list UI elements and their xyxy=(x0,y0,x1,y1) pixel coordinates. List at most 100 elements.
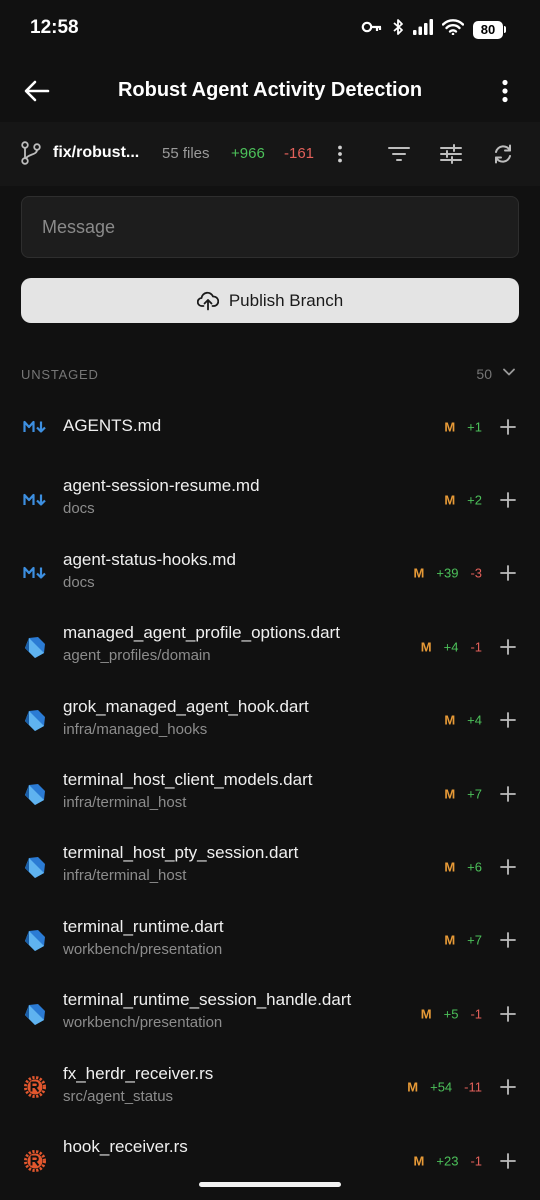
branch-bar: fix/robust... 55 files +966 -161 xyxy=(0,122,540,186)
file-status: M xyxy=(413,1153,425,1169)
unstaged-file-list: AGENTS.md M +1 agent-session-resume.md d… xyxy=(0,390,540,1197)
stage-file-button[interactable] xyxy=(498,563,518,583)
plus-icon xyxy=(500,418,516,435)
git-branch-icon xyxy=(20,141,42,170)
file-row[interactable]: terminal_host_pty_session.dart infra/ter… xyxy=(0,830,540,903)
stage-file-button[interactable] xyxy=(498,710,518,730)
total-additions: +966 xyxy=(231,145,265,162)
file-name: hook_receiver.rs xyxy=(63,1136,188,1156)
filter-button[interactable] xyxy=(385,140,413,168)
key-icon xyxy=(361,20,383,39)
stage-file-button[interactable] xyxy=(498,857,518,877)
plus-icon xyxy=(500,712,516,729)
file-path: workbench/presentation xyxy=(63,940,223,958)
plus-icon xyxy=(500,859,516,875)
dart-file-icon xyxy=(22,634,48,660)
branch-menu-button[interactable] xyxy=(330,142,350,166)
file-name: fx_herdr_receiver.rs xyxy=(63,1063,214,1083)
file-additions: +5 xyxy=(443,1006,459,1022)
file-status: M xyxy=(444,712,456,728)
stage-file-button[interactable] xyxy=(498,930,518,950)
more-vertical-icon xyxy=(502,79,508,103)
file-status: M xyxy=(444,859,456,875)
file-path: agent_profiles/domain xyxy=(63,647,211,665)
overflow-menu-button[interactable] xyxy=(488,74,522,108)
file-row[interactable]: terminal_host_client_models.dart infra/t… xyxy=(0,757,540,830)
dart-file-icon xyxy=(22,854,48,880)
file-status: M xyxy=(407,1079,419,1095)
file-deletions: -11 xyxy=(464,1079,482,1095)
dart-file-icon xyxy=(22,707,48,733)
plus-icon xyxy=(500,1152,516,1169)
file-status: M xyxy=(413,565,425,581)
stage-file-button[interactable] xyxy=(498,1151,518,1171)
file-deletions: -1 xyxy=(470,639,482,655)
file-path: docs xyxy=(63,573,95,591)
battery-icon: 80 xyxy=(473,20,506,39)
bluetooth-icon xyxy=(392,18,404,41)
stage-file-button[interactable] xyxy=(498,417,518,437)
file-row[interactable]: fx_herdr_receiver.rs src/agent_status M … xyxy=(0,1051,540,1124)
file-additions: +7 xyxy=(467,932,482,948)
file-name: terminal_runtime.dart xyxy=(63,916,224,936)
file-name: AGENTS.md xyxy=(63,416,162,435)
branch-name[interactable]: fix/robust... xyxy=(53,144,139,162)
plus-icon xyxy=(500,565,516,582)
file-additions: +39 xyxy=(436,565,459,581)
file-status: M xyxy=(444,419,456,435)
file-name: agent-status-hooks.md xyxy=(63,549,236,569)
file-additions: +4 xyxy=(467,712,482,728)
page-title: Robust Agent Activity Detection xyxy=(117,79,423,101)
wifi-icon xyxy=(441,19,465,40)
file-row[interactable]: terminal_runtime_session_handle.dart wor… xyxy=(0,977,540,1050)
file-row[interactable]: terminal_runtime.dart workbench/presenta… xyxy=(0,904,540,977)
more-vertical-icon xyxy=(338,145,342,163)
file-status: M xyxy=(444,492,456,508)
sliders-icon xyxy=(440,144,462,164)
file-deletions: -3 xyxy=(470,565,482,581)
markdown-file-icon xyxy=(22,414,48,440)
file-status: M xyxy=(444,786,456,802)
status-icons: 80 xyxy=(361,18,506,41)
app-bar: Robust Agent Activity Detection xyxy=(0,60,540,122)
status-time: 12:58 xyxy=(30,17,79,38)
refresh-button[interactable] xyxy=(489,140,517,168)
file-row[interactable]: AGENTS.md M +1 xyxy=(0,390,540,463)
file-name: agent-session-resume.md xyxy=(63,476,260,496)
file-path: infra/terminal_host xyxy=(63,793,187,811)
commit-message-input[interactable] xyxy=(21,196,519,258)
stage-file-button[interactable] xyxy=(498,784,518,804)
file-status: M xyxy=(420,639,432,655)
file-name: managed_agent_profile_options.dart xyxy=(63,623,340,643)
dart-file-icon xyxy=(22,1001,48,1027)
file-row[interactable]: grok_managed_agent_hook.dart infra/manag… xyxy=(0,684,540,757)
section-title: UNSTAGED xyxy=(21,367,99,382)
markdown-file-icon xyxy=(22,487,48,513)
stage-file-button[interactable] xyxy=(498,1077,518,1097)
file-name: terminal_host_pty_session.dart xyxy=(63,843,299,863)
battery-level: 80 xyxy=(473,20,503,39)
publish-branch-button[interactable]: Publish Branch xyxy=(21,278,519,323)
stage-file-button[interactable] xyxy=(498,490,518,510)
rust-file-icon xyxy=(22,1074,48,1100)
file-path: src/agent_status xyxy=(63,1087,174,1105)
total-deletions: -161 xyxy=(284,145,315,162)
stage-file-button[interactable] xyxy=(498,637,518,657)
file-row[interactable]: managed_agent_profile_options.dart agent… xyxy=(0,610,540,683)
back-button[interactable] xyxy=(20,74,54,108)
file-path: workbench/presentation xyxy=(63,1014,223,1032)
dart-file-icon xyxy=(22,927,48,953)
file-additions: +4 xyxy=(443,639,459,655)
file-path: infra/managed_hooks xyxy=(63,720,208,738)
file-deletions: -1 xyxy=(470,1153,482,1169)
file-row[interactable]: agent-status-hooks.md docs M +39 -3 xyxy=(0,537,540,610)
arrow-left-icon xyxy=(24,80,50,102)
stage-file-button[interactable] xyxy=(498,1004,518,1024)
chevron-down-icon xyxy=(502,365,516,384)
view-settings-button[interactable] xyxy=(437,140,465,168)
file-row[interactable]: agent-session-resume.md docs M +2 xyxy=(0,463,540,536)
file-count: 55 files xyxy=(162,145,210,162)
home-indicator[interactable] xyxy=(199,1182,341,1187)
file-status: M xyxy=(420,1006,432,1022)
file-additions: +23 xyxy=(436,1153,459,1169)
